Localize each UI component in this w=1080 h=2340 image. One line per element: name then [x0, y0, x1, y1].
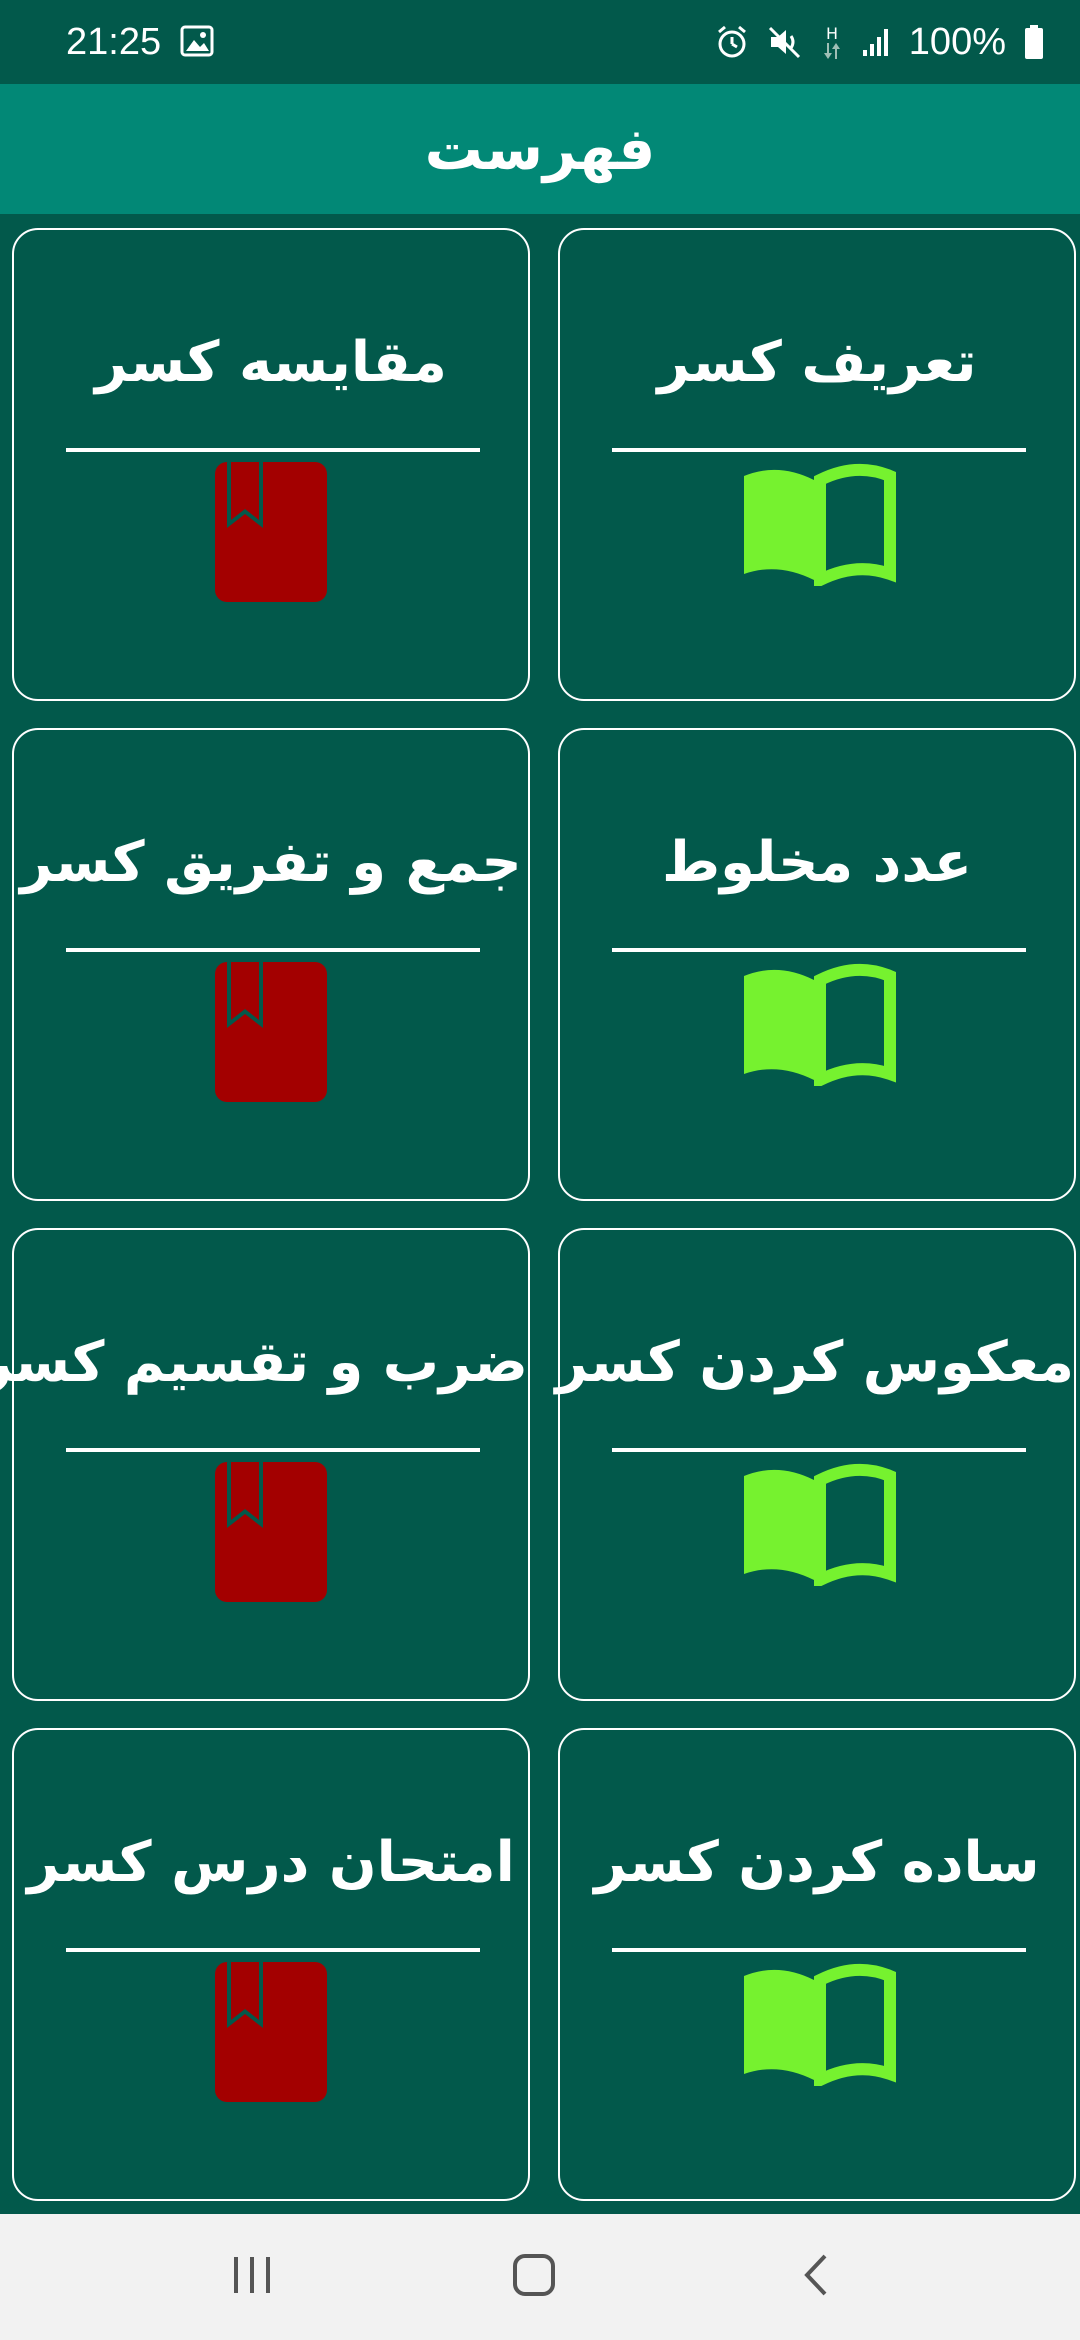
open-book-icon	[738, 1462, 896, 1590]
card-title: مقايسه کسر	[95, 330, 447, 395]
menu-card[interactable]: امتحان درس کسر	[12, 1728, 530, 2201]
card-title: امتحان درس کسر	[27, 1830, 515, 1895]
open-book-icon	[738, 462, 896, 590]
page-title: فهرست	[424, 115, 656, 183]
divider	[66, 448, 480, 452]
bookmarked-book-icon	[215, 462, 327, 606]
card-title: تعريف کسر	[657, 330, 977, 395]
menu-card[interactable]: ضرب و تقسيم کسر	[0, 1228, 530, 1701]
svg-text:H: H	[826, 24, 838, 43]
home-icon	[511, 2252, 557, 2302]
divider	[612, 948, 1026, 952]
menu-card[interactable]: عدد مخلوط	[558, 728, 1076, 1201]
divider	[66, 948, 480, 952]
status-icons: H 100%	[715, 14, 1044, 70]
mute-icon	[767, 24, 803, 60]
menu-card[interactable]: معکوس کردن کسر	[555, 1228, 1076, 1701]
signal-icon	[861, 26, 891, 58]
menu-grid: تعريف کسر مقايسه کسر عدد مخلوط جمع و تفر…	[0, 214, 1080, 2214]
recent-apps-icon	[230, 2255, 274, 2299]
card-title: ضرب و تقسيم کسر	[0, 1330, 528, 1395]
network-h-icon: H	[821, 23, 843, 61]
menu-card[interactable]: مقايسه کسر	[12, 228, 530, 701]
recent-apps-button[interactable]	[172, 2214, 332, 2340]
divider	[66, 1448, 480, 1452]
status-time: 21:25	[66, 21, 162, 63]
home-button[interactable]	[454, 2214, 614, 2340]
bookmarked-book-icon	[215, 962, 327, 1106]
battery-icon	[1024, 24, 1044, 60]
card-title: معکوس کردن کسر	[555, 1330, 1074, 1395]
divider	[66, 1948, 480, 1952]
gallery-icon	[180, 24, 214, 58]
status-bar: 21:25 H 100%	[0, 0, 1080, 84]
system-nav-bar	[0, 2214, 1080, 2340]
menu-card[interactable]: تعريف کسر	[558, 228, 1076, 701]
bookmarked-book-icon	[215, 1962, 327, 2106]
bookmarked-book-icon	[215, 1462, 327, 1606]
back-button[interactable]	[736, 2214, 896, 2340]
divider	[612, 1948, 1026, 1952]
alarm-icon	[715, 24, 749, 60]
card-title: عدد مخلوط	[662, 830, 972, 895]
card-title: ساده کردن کسر	[594, 1830, 1040, 1895]
menu-card[interactable]: ساده کردن کسر	[558, 1728, 1076, 2201]
back-icon	[801, 2252, 831, 2302]
battery-percentage: 100%	[908, 20, 1006, 63]
app-bar: فهرست	[0, 84, 1080, 214]
divider	[612, 448, 1026, 452]
divider	[612, 1448, 1026, 1452]
open-book-icon	[738, 962, 896, 1090]
menu-card[interactable]: جمع و تفريق کسر	[12, 728, 530, 1201]
card-title: جمع و تفريق کسر	[20, 830, 522, 895]
open-book-icon	[738, 1962, 896, 2090]
